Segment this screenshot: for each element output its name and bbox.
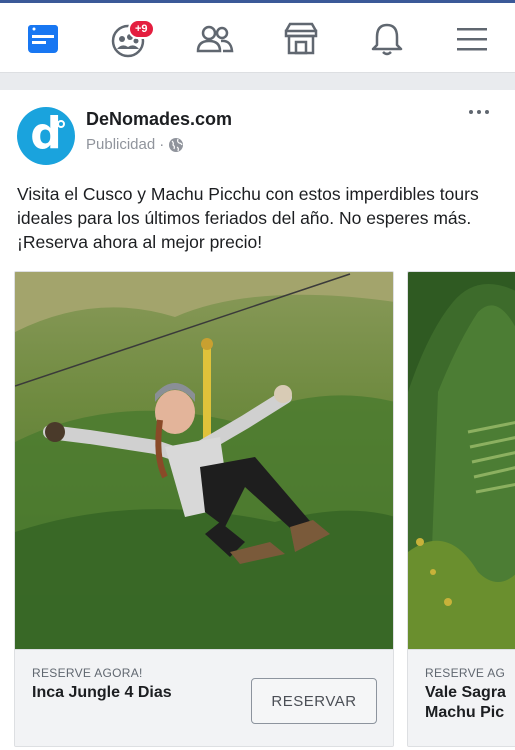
- post-meta: Publicidad ·: [86, 136, 184, 153]
- menu-hamburger-icon[interactable]: [452, 17, 492, 61]
- card-1-image-zipline[interactable]: [15, 272, 394, 651]
- sponsored-label[interactable]: Publicidad: [86, 136, 155, 153]
- card-2-footer: RESERVE AG Vale Sagra Machu Pic: [408, 649, 515, 746]
- card-2-title-line-2: Machu Pic: [425, 704, 505, 721]
- avatar-logo-dot: [57, 120, 65, 128]
- top-navigation-bar: +9: [0, 0, 515, 73]
- carousel-card-1[interactable]: RESERVE AGORA! Inca Jungle 4 Dias RESERV…: [14, 271, 394, 747]
- groups-icon[interactable]: +9: [108, 17, 155, 61]
- notification-badge: +9: [128, 19, 155, 39]
- card-2-image-machu-picchu[interactable]: [408, 272, 515, 651]
- news-feed-icon[interactable]: [23, 17, 63, 61]
- carousel-card-2[interactable]: RESERVE AG Vale Sagra Machu Pic: [407, 271, 515, 747]
- page-avatar[interactable]: d: [17, 107, 75, 165]
- avatar-logo-letter: d: [30, 108, 62, 159]
- card-1-cta-label: RESERVE AGORA!: [32, 666, 143, 680]
- post-text: Visita el Cusco y Machu Picchu con estos…: [17, 184, 479, 252]
- card-1-title[interactable]: Inca Jungle 4 Dias: [32, 683, 172, 703]
- card-2-title-line-1: Vale Sagra: [425, 684, 506, 701]
- meta-separator: ·: [159, 136, 165, 153]
- card-1-footer: RESERVE AGORA! Inca Jungle 4 Dias RESERV…: [15, 649, 393, 746]
- feed-separator: [0, 73, 515, 90]
- marketplace-icon[interactable]: [281, 17, 321, 61]
- notifications-bell-icon[interactable]: [367, 17, 407, 61]
- card-2-title[interactable]: Vale Sagra Machu Pic: [425, 683, 506, 723]
- page-name[interactable]: DeNomades.com: [86, 109, 232, 130]
- sponsored-post: d DeNomades.com Publicidad · Visita el C…: [0, 90, 515, 750]
- card-2-cta-label: RESERVE AG: [425, 666, 506, 680]
- reserve-button[interactable]: RESERVAR: [251, 678, 377, 724]
- globe-icon: [169, 137, 184, 152]
- more-options-icon[interactable]: [469, 110, 489, 114]
- friends-icon[interactable]: [195, 17, 235, 61]
